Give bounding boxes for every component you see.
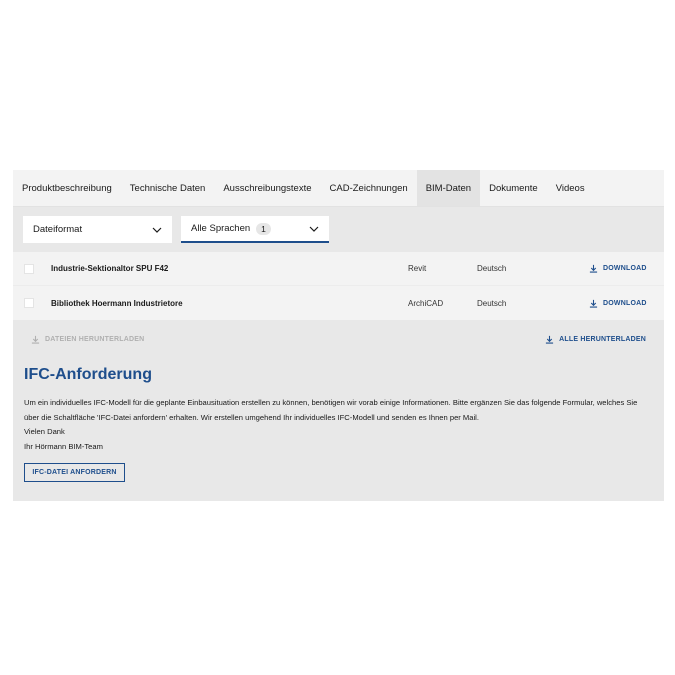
ifc-body-line1: Um ein individuelles IFC-Modell für die … — [24, 398, 638, 407]
download-icon — [589, 264, 598, 273]
tab-videos[interactable]: Videos — [547, 170, 594, 206]
download-files-label: DATEIEN HERUNTERLADEN — [45, 335, 145, 343]
language-count-badge: 1 — [256, 222, 271, 235]
download-label: DOWNLOAD — [603, 299, 647, 307]
file-type: Revit — [408, 264, 427, 273]
tab-produktbeschreibung[interactable]: Produktbeschreibung — [13, 170, 121, 206]
download-icon — [589, 299, 598, 308]
file-language: Deutsch — [477, 264, 507, 273]
bim-panel: Produktbeschreibung Technische Daten Aus… — [13, 170, 664, 501]
tab-cad-zeichnungen[interactable]: CAD-Zeichnungen — [321, 170, 417, 206]
tab-dokumente[interactable]: Dokumente — [480, 170, 547, 206]
language-select[interactable]: Alle Sprachen 1 — [181, 216, 329, 243]
ifc-request-button[interactable]: IFC-DATEI ANFORDERN — [24, 463, 125, 482]
chevron-down-icon — [309, 226, 319, 232]
download-actions: DATEIEN HERUNTERLADEN ALLE HERUNTERLADEN — [13, 320, 664, 358]
file-row: Industrie-Sektionaltor SPU F42 Revit Deu… — [13, 252, 664, 286]
ifc-title: IFC-Anforderung — [24, 366, 152, 383]
tab-technische-daten[interactable]: Technische Daten — [121, 170, 215, 206]
file-row: Bibliothek Hoermann Industrietore ArchiC… — [13, 286, 664, 320]
download-icon — [546, 335, 554, 344]
download-all-label: ALLE HERUNTERLADEN — [559, 335, 646, 343]
file-name: Industrie-Sektionaltor SPU F42 — [51, 264, 169, 273]
file-checkbox[interactable] — [24, 298, 34, 308]
file-language: Deutsch — [477, 298, 507, 308]
download-icon — [31, 335, 40, 344]
download-files-button[interactable]: DATEIEN HERUNTERLADEN — [31, 335, 144, 344]
ifc-thanks: Vielen Dank — [24, 427, 65, 436]
ifc-body-line2: über die Schaltfläche 'IFC-Datei anforde… — [24, 412, 479, 422]
download-all-button[interactable]: ALLE HERUNTERLADEN — [545, 335, 646, 344]
file-checkbox[interactable] — [24, 263, 34, 274]
language-select-label: Alle Sprachen — [191, 223, 251, 234]
ifc-signature: Ihr Hörmann BIM-Team — [24, 441, 103, 451]
file-list: Industrie-Sektionaltor SPU F42 Revit Deu… — [13, 252, 664, 320]
format-select[interactable]: Dateiformat — [23, 216, 172, 243]
file-type: ArchiCAD — [408, 298, 444, 308]
download-button[interactable]: DOWNLOAD — [589, 264, 647, 273]
tab-ausschreibungstexte[interactable]: Ausschreibungstexte — [214, 170, 320, 206]
format-select-label: Dateiformat — [33, 224, 83, 235]
chevron-down-icon — [152, 227, 162, 233]
filter-bar: Dateiformat Alle Sprachen 1 — [13, 207, 664, 252]
tab-bim-daten[interactable]: BIM-Daten — [416, 170, 481, 206]
download-button[interactable]: DOWNLOAD — [589, 299, 647, 308]
tab-bar: Produktbeschreibung Technische Daten Aus… — [13, 170, 664, 207]
language-select-content: Alle Sprachen 1 — [191, 222, 271, 235]
file-name: Bibliothek Hoermann Industrietore — [51, 298, 183, 308]
download-label: DOWNLOAD — [603, 265, 647, 272]
ifc-section: IFC-Anforderung Um ein individuelles IFC… — [13, 358, 664, 482]
